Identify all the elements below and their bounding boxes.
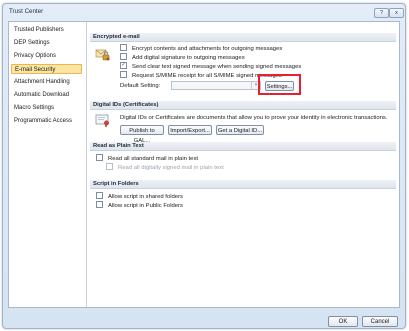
script-shared-folders-option[interactable]: Allow script in shared folders xyxy=(96,192,183,201)
clear-text-signed-checkbox[interactable]: ✓ xyxy=(120,62,127,69)
nav-item-attachment-handling[interactable]: Attachment Handling xyxy=(11,77,82,87)
read-signed-plain-text-label: Read all digitally signed mail in plain … xyxy=(118,165,224,172)
encrypted-email-header: Encrypted e-mail xyxy=(90,33,396,42)
script-public-folders-checkbox[interactable] xyxy=(96,201,103,208)
nav-item-automatic-download[interactable]: Automatic Download xyxy=(11,90,82,100)
read-plain-text-label: Read all standard mail in plain text xyxy=(108,156,199,163)
default-setting-label: Default Setting: xyxy=(120,83,161,89)
nav-item-privacy-options[interactable]: Privacy Options xyxy=(11,51,82,61)
trust-center-window: Trust Center ? x Trusted Publishers DEP … xyxy=(2,3,406,329)
script-folders-header: Script in Folders xyxy=(90,180,396,189)
get-digital-id-button[interactable]: Get a Digital ID... xyxy=(216,125,264,135)
read-signed-plain-text-checkbox xyxy=(106,163,113,170)
script-shared-folders-label: Allow script in shared folders xyxy=(108,194,183,201)
smime-receipt-checkbox[interactable] xyxy=(120,71,127,78)
read-signed-plain-text-option: Read all digitally signed mail in plain … xyxy=(106,163,224,172)
default-setting-dropdown[interactable]: ▾ xyxy=(171,81,261,90)
envelope-lock-icon xyxy=(95,49,110,61)
encrypt-contents-option[interactable]: Encrypt contents and attachments for out… xyxy=(120,44,283,53)
dialog-content: Trusted Publishers DEP Settings Privacy … xyxy=(8,21,400,308)
add-signature-option[interactable]: Add digital signature to outgoing messag… xyxy=(120,53,245,62)
nav-item-email-security[interactable]: E-mail Security xyxy=(11,64,82,74)
trust-center-nav: Trusted Publishers DEP Settings Privacy … xyxy=(9,22,87,307)
email-security-panel: Encrypted e-mail Encrypt contents and at… xyxy=(90,22,397,307)
read-plain-text-checkbox[interactable] xyxy=(96,154,103,161)
title-bar: Trust Center ? x xyxy=(3,4,405,19)
nav-item-macro-settings[interactable]: Macro Settings xyxy=(11,103,82,113)
nav-item-programmatic-access[interactable]: Programmatic Access xyxy=(11,116,82,126)
encrypt-contents-label: Encrypt contents and attachments for out… xyxy=(132,46,283,53)
script-shared-folders-checkbox[interactable] xyxy=(96,192,103,199)
plain-text-header: Read as Plain Text xyxy=(90,142,396,151)
window-title: Trust Center xyxy=(9,8,44,15)
close-button[interactable]: x xyxy=(389,8,404,18)
read-plain-text-option[interactable]: Read all standard mail in plain text xyxy=(96,154,199,163)
cancel-button[interactable]: Cancel xyxy=(362,316,398,327)
digital-ids-header: Digital IDs (Certificates) xyxy=(90,101,396,110)
help-button[interactable]: ? xyxy=(374,8,389,18)
clear-text-signed-label: Send clear text signed message when send… xyxy=(132,64,302,71)
script-public-folders-option[interactable]: Allow script in Public Folders xyxy=(96,201,183,210)
script-public-folders-label: Allow script in Public Folders xyxy=(108,203,183,210)
encrypt-contents-checkbox[interactable] xyxy=(120,44,127,51)
certificate-icon xyxy=(95,114,109,128)
publish-to-gal-button[interactable]: Publish to GAL... xyxy=(120,125,164,144)
add-signature-checkbox[interactable] xyxy=(120,53,127,60)
ok-button[interactable]: OK xyxy=(328,316,358,327)
add-signature-label: Add digital signature to outgoing messag… xyxy=(132,55,245,62)
import-export-button[interactable]: Import/Export... xyxy=(168,125,212,135)
highlight-box xyxy=(258,74,301,95)
nav-item-trusted-publishers[interactable]: Trusted Publishers xyxy=(11,25,82,35)
digital-ids-description: Digital IDs or Certificates are document… xyxy=(120,115,388,121)
clear-text-signed-option[interactable]: ✓ Send clear text signed message when sen… xyxy=(120,62,302,71)
nav-item-dep-settings[interactable]: DEP Settings xyxy=(11,38,82,48)
